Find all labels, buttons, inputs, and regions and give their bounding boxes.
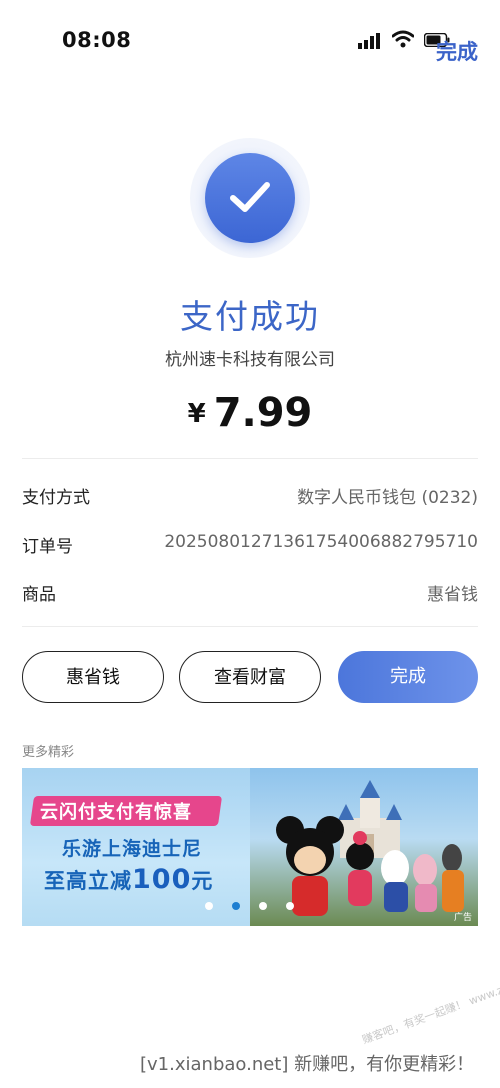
banner-headline: 云闪付支付有惊喜	[40, 802, 192, 823]
divider	[22, 458, 478, 459]
carousel-dot[interactable]	[286, 902, 294, 910]
discount-amount: 100	[132, 864, 192, 895]
amount-value: 7.99	[213, 390, 313, 436]
detail-label: 商品	[22, 585, 56, 605]
divider	[22, 626, 478, 627]
currency-symbol: ¥	[187, 399, 206, 429]
banner-subline: 乐游上海迪士尼	[62, 838, 203, 860]
payment-success-title: 支付成功	[180, 297, 320, 336]
watermark-diagonal: 赚客吧，有奖一起赚！ www.zuanke8.com	[360, 960, 500, 1047]
ad-tag: 广告	[453, 913, 472, 923]
detail-value: 惠省钱	[427, 585, 478, 605]
detail-row-payment-method: 支付方式 数字人民币钱包 (0232)	[22, 483, 478, 513]
carousel-dot[interactable]	[205, 902, 213, 910]
detail-value: 数字人民币钱包 (0232)	[297, 488, 478, 508]
detail-row-product: 商品 惠省钱	[22, 580, 478, 610]
check-icon	[230, 182, 270, 212]
carousel-dot-active[interactable]	[232, 902, 240, 910]
view-wealth-button[interactable]: 查看财富	[179, 651, 321, 703]
discount-prefix: 至高立减	[44, 869, 132, 893]
merchant-name: 杭州速卡科技有限公司	[165, 350, 335, 370]
success-halo	[190, 138, 310, 258]
carousel-dot[interactable]	[259, 902, 267, 910]
payment-amount: ¥7.99	[0, 390, 500, 436]
promo-banner[interactable]: 云闪付支付有惊喜 乐游上海迪士尼 至高立减100元 广告	[22, 768, 478, 926]
banner-text-panel: 云闪付支付有惊喜 乐游上海迪士尼 至高立减100元	[22, 768, 250, 926]
watermark-footer: [v1.xianbao.net] 新赚吧，有你更精彩！	[140, 1054, 475, 1075]
banner-image: 广告	[250, 768, 478, 926]
success-badge	[205, 153, 295, 243]
status-bar: 08:08 完成	[0, 0, 500, 80]
more-section-title: 更多精彩	[22, 745, 75, 760]
huisheng-button[interactable]: 惠省钱	[22, 651, 164, 703]
status-time: 08:08	[62, 28, 132, 52]
detail-label: 支付方式	[22, 488, 90, 508]
detail-value: 20250801271361754006882795710	[164, 532, 478, 552]
banner-discount: 至高立减100元	[44, 864, 213, 895]
detail-row-order-number: 订单号 20250801271361754006882795710	[22, 532, 478, 562]
signal-icon	[358, 33, 380, 49]
detail-label: 订单号	[22, 537, 73, 557]
done-button[interactable]: 完成	[338, 651, 478, 703]
header-done-button[interactable]: 完成	[436, 36, 478, 66]
wifi-icon	[392, 30, 414, 48]
discount-suffix: 元	[191, 869, 214, 893]
